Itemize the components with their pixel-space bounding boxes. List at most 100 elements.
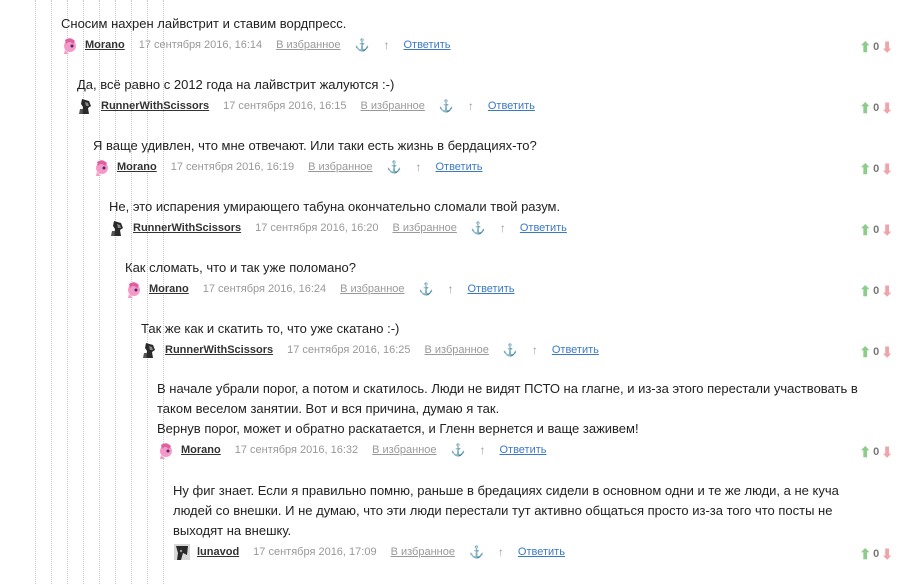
pony-avatar[interactable]	[61, 36, 79, 54]
comment: Так же как и скатить то, что уже скатано…	[141, 319, 911, 360]
comment-date: 17 сентября 2016, 16:15	[223, 100, 347, 112]
vote-up-icon[interactable]: ⬆	[859, 100, 871, 117]
comment-meta: Morano 17 сентября 2016, 16:14 В избранн…	[61, 35, 911, 55]
parent-arrow-icon[interactable]: ↑	[498, 545, 504, 559]
reply-link[interactable]: Ответить	[403, 39, 450, 51]
vote-down-icon[interactable]: ⬇	[881, 546, 893, 563]
author-link[interactable]: lunavod	[197, 546, 239, 558]
vote-score: 0	[873, 163, 880, 175]
favorite-link[interactable]: В избранное	[393, 222, 457, 234]
vote-down-icon[interactable]: ⬇	[881, 444, 893, 461]
anchor-icon[interactable]: ⚓	[471, 221, 486, 235]
author-link[interactable]: RunnerWithScissors	[101, 100, 209, 112]
vote-box: ⬆ 0 ⬇	[859, 159, 893, 179]
comment-text: Не, это испарения умирающего табуна окон…	[109, 199, 561, 214]
comment-text: Так же как и скатить то, что уже скатано…	[141, 321, 400, 336]
thread-line	[67, 0, 68, 584]
vote-box: ⬆ 0 ⬇	[859, 37, 893, 57]
author-link[interactable]: Morano	[117, 161, 157, 173]
vote-score: 0	[873, 285, 880, 297]
favorite-link[interactable]: В избранное	[340, 283, 404, 295]
reply-link[interactable]: Ответить	[488, 100, 535, 112]
anchor-icon[interactable]: ⚓	[503, 343, 518, 357]
vote-box: ⬆ 0 ⬇	[859, 281, 893, 301]
comment-meta: Morano 17 сентября 2016, 16:32 В избранн…	[157, 440, 911, 460]
anchor-icon[interactable]: ⚓	[469, 545, 484, 559]
vote-up-icon[interactable]: ⬆	[859, 344, 871, 361]
vote-score: 0	[873, 41, 880, 53]
comment: В начале убрали порог, а потом и скатило…	[157, 379, 911, 460]
anchor-icon[interactable]: ⚓	[451, 443, 466, 457]
vote-box: ⬆ 0 ⬇	[859, 98, 893, 118]
anchor-icon[interactable]: ⚓	[419, 282, 434, 296]
reply-link[interactable]: Ответить	[552, 344, 599, 356]
comment-date: 17 сентября 2016, 16:19	[170, 161, 295, 173]
author-link[interactable]: Morano	[149, 283, 189, 295]
vote-up-icon[interactable]: ⬆	[859, 444, 871, 461]
parent-arrow-icon[interactable]: ↑	[468, 99, 474, 113]
author-link[interactable]: Morano	[85, 39, 125, 51]
vote-box: ⬆ 0 ⬇	[859, 442, 893, 462]
dark-pony-avatar[interactable]	[77, 97, 95, 115]
comment: Сносим нахрен лайвстрит и ставим вордпре…	[61, 14, 911, 55]
parent-arrow-icon[interactable]: ↑	[415, 160, 421, 174]
favorite-link[interactable]: В избранное	[308, 161, 372, 173]
anchor-icon[interactable]: ⚓	[355, 38, 370, 52]
thread-line	[35, 0, 36, 584]
vote-down-icon[interactable]: ⬇	[881, 39, 893, 56]
comment-meta: RunnerWithScissors 17 сентября 2016, 16:…	[141, 340, 911, 360]
vote-down-icon[interactable]: ⬇	[881, 222, 893, 239]
favorite-link[interactable]: В избранное	[391, 546, 455, 558]
pony-avatar[interactable]	[93, 158, 111, 176]
pony-avatar[interactable]	[157, 441, 175, 459]
vote-score: 0	[873, 224, 880, 236]
vote-box: ⬆ 0 ⬇	[859, 342, 893, 362]
pony-avatar[interactable]	[125, 280, 143, 298]
comment: Как сломать, что и так уже поломано? Mor…	[125, 258, 911, 299]
comment-meta: RunnerWithScissors 17 сентября 2016, 16:…	[109, 218, 911, 238]
vote-up-icon[interactable]: ⬆	[859, 39, 871, 56]
favorite-link[interactable]: В избранное	[361, 100, 425, 112]
vote-down-icon[interactable]: ⬇	[881, 161, 893, 178]
reply-link[interactable]: Ответить	[499, 444, 546, 456]
dark-avatar[interactable]	[173, 543, 191, 561]
parent-arrow-icon[interactable]: ↑	[500, 221, 506, 235]
comment-meta: lunavod 17 сентября 2016, 17:09 В избран…	[173, 542, 911, 562]
comment-meta: RunnerWithScissors 17 сентября 2016, 16:…	[77, 96, 911, 116]
reply-link[interactable]: Ответить	[520, 222, 567, 234]
parent-arrow-icon[interactable]: ↑	[479, 443, 485, 457]
comment: Да, всё равно с 2012 года на лайвстрит ж…	[77, 75, 911, 116]
parent-arrow-icon[interactable]: ↑	[532, 343, 538, 357]
dark-pony-avatar[interactable]	[109, 219, 127, 237]
comment-date: 17 сентября 2016, 16:20	[255, 222, 379, 234]
dark-pony-avatar[interactable]	[141, 341, 159, 359]
author-link[interactable]: Morano	[181, 444, 221, 456]
favorite-link[interactable]: В избранное	[372, 444, 436, 456]
reply-link[interactable]: Ответить	[467, 283, 514, 295]
vote-down-icon[interactable]: ⬇	[881, 283, 893, 300]
vote-down-icon[interactable]: ⬇	[881, 100, 893, 117]
reply-link[interactable]: Ответить	[518, 546, 565, 558]
favorite-link[interactable]: В избранное	[425, 344, 489, 356]
vote-score: 0	[873, 102, 880, 114]
reply-link[interactable]: Ответить	[435, 161, 482, 173]
author-link[interactable]: RunnerWithScissors	[165, 344, 273, 356]
comment-date: 17 сентября 2016, 16:14	[138, 39, 263, 51]
comment-text: Ну фиг знает. Если я правильно помню, ра…	[173, 483, 839, 538]
vote-box: ⬆ 0 ⬇	[859, 544, 893, 564]
anchor-icon[interactable]: ⚓	[387, 160, 402, 174]
comment: Не, это испарения умирающего табуна окон…	[109, 197, 911, 238]
vote-up-icon[interactable]: ⬆	[859, 283, 871, 300]
comment-date: 17 сентября 2016, 16:24	[202, 283, 327, 295]
favorite-link[interactable]: В избранное	[276, 39, 340, 51]
comment-date: 17 сентября 2016, 16:32	[234, 444, 359, 456]
anchor-icon[interactable]: ⚓	[439, 99, 454, 113]
parent-arrow-icon[interactable]: ↑	[383, 38, 389, 52]
comment: Я ваще удивлен, что мне отвечают. Или та…	[93, 136, 911, 177]
author-link[interactable]: RunnerWithScissors	[133, 222, 241, 234]
vote-down-icon[interactable]: ⬇	[881, 344, 893, 361]
vote-up-icon[interactable]: ⬆	[859, 546, 871, 563]
vote-up-icon[interactable]: ⬆	[859, 161, 871, 178]
parent-arrow-icon[interactable]: ↑	[447, 282, 453, 296]
vote-up-icon[interactable]: ⬆	[859, 222, 871, 239]
